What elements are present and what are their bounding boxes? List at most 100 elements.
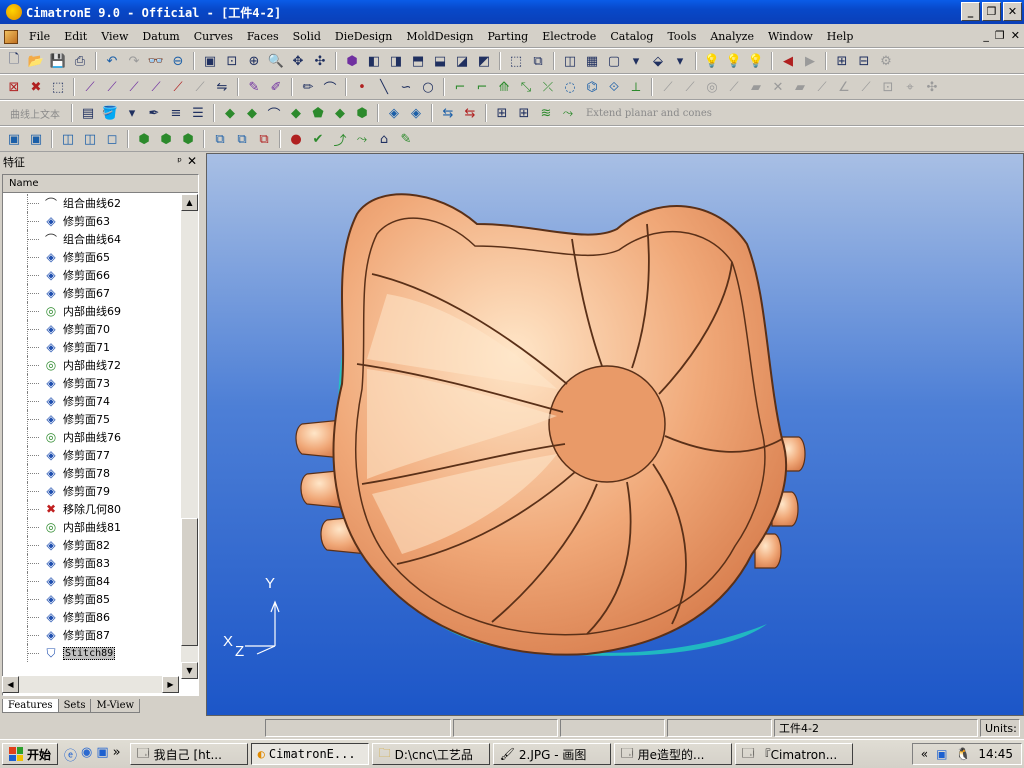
solid-tool-2-icon[interactable]: ▣ [26,129,46,149]
tree-row[interactable]: ⌒ 组合曲线62 [3,194,181,212]
solid-tool-16-icon[interactable]: ⌂ [374,129,394,149]
tree-row[interactable]: ◈ 修剪面66 [3,266,181,284]
back-arrow-icon[interactable]: ◀ [778,51,798,71]
menu-datum[interactable]: Datum [135,30,186,43]
pen-icon[interactable]: ✒ [144,103,164,123]
horizontal-scrollbar[interactable]: ◀ ▶ [2,676,179,693]
select-icon[interactable]: ⬚ [48,77,68,97]
menu-help[interactable]: Help [820,30,861,43]
render-icon[interactable]: ⬚ [506,51,526,71]
dim-tool-3-icon[interactable]: ◎ [702,77,722,97]
fillet-curve-icon[interactable]: ⌐ [450,77,470,97]
sketcher-icon[interactable]: ✐ [266,77,286,97]
delete-icon[interactable]: ✖ [26,77,46,97]
face-tool-4-icon[interactable]: ◆ [286,103,306,123]
view-iso-icon[interactable]: ⬢ [342,51,362,71]
face-tool-13-icon[interactable]: ⊞ [514,103,534,123]
face-tool-15-icon[interactable]: ⤳ [558,103,578,123]
solid-tool-8-icon[interactable]: ⬢ [178,129,198,149]
media-icon[interactable]: ◉ [81,745,92,764]
tree-row[interactable]: ◈ 修剪面83 [3,554,181,572]
color-fill-icon[interactable]: 🪣 [100,103,120,123]
view-bottom-icon[interactable]: ⬓ [430,51,450,71]
open-file-icon[interactable]: 📂 [26,51,46,71]
solid-tool-4-icon[interactable]: ◫ [80,129,100,149]
circle-icon[interactable]: ○ [418,77,438,97]
solid-tool-6-icon[interactable]: ⬢ [134,129,154,149]
mdi-restore-button[interactable]: ❐ [995,29,1005,42]
redo-icon[interactable]: ↷ [124,51,144,71]
dim-tool-1-icon[interactable]: ⟋ [658,77,678,97]
view-glasses-icon[interactable]: 👓 [146,51,166,71]
shading-icon[interactable]: ◫ [560,51,580,71]
menu-parting[interactable]: Parting [480,30,535,43]
scroll-thumb[interactable] [181,518,198,646]
tab-sets[interactable]: Sets [57,699,92,713]
mdi-close-button[interactable]: ✕ [1011,29,1020,42]
dim-tool-11-icon[interactable]: ⊡ [878,77,898,97]
menu-faces[interactable]: Faces [240,30,286,43]
offset-curve-icon[interactable]: ⟰ [494,77,514,97]
tree-row[interactable]: ◈ 修剪面70 [3,320,181,338]
solid-tool-5-icon[interactable]: ◻ [102,129,122,149]
task-item-cimatron[interactable]: ◐ CimatronE... [250,743,369,765]
save-icon[interactable]: 💾 [48,51,68,71]
menu-analyze[interactable]: Analyze [703,30,761,43]
helix-icon[interactable]: ⌬ [582,77,602,97]
close-button[interactable]: ✕ [1003,2,1022,21]
start-button[interactable]: 开始 [2,743,59,765]
solid-tool-17-icon[interactable]: ✎ [396,129,416,149]
hide-show-icon[interactable]: ⊖ [168,51,188,71]
menu-view[interactable]: View [94,30,135,43]
minimize-button[interactable]: _ [961,2,980,21]
tree-row[interactable]: ◈ 修剪面86 [3,608,181,626]
curve-tool-4-icon[interactable]: ⟋ [146,77,166,97]
face-tool-8-icon[interactable]: ◈ [384,103,404,123]
restore-button[interactable]: ❐ [982,2,1001,21]
task-item-folder[interactable]: 🗀 D:\cnc\工艺品 [371,743,490,765]
tree-row[interactable]: ✖ 移除几何80 [3,500,181,518]
tab-m-view[interactable]: M-View [90,699,141,713]
section-icon[interactable]: ⧉ [528,51,548,71]
task-item-browser[interactable]: 🗔 我自己 [ht... [129,743,248,765]
text-on-curve-button[interactable]: 曲线上文本 [4,106,66,121]
zoom-window-icon[interactable]: ⊡ [222,51,242,71]
curve-tool-7-icon[interactable]: ⇋ [212,77,232,97]
menu-catalog[interactable]: Catalog [603,30,660,43]
dim-tool-12-icon[interactable]: ⌖ [900,77,920,97]
view-front-icon[interactable]: ◧ [364,51,384,71]
tree-row[interactable]: ◈ 修剪面82 [3,536,181,554]
document-icon[interactable] [4,29,18,44]
curve-tool-2-icon[interactable]: ⟋ [102,77,122,97]
zoom-dynamic-icon[interactable]: ⊕ [244,51,264,71]
desktop-icon[interactable]: ▣ [96,745,108,764]
curve-on-face-icon[interactable]: ◌ [560,77,580,97]
tray-expand-icon[interactable]: « [921,747,928,761]
qq-icon[interactable]: 🐧 [955,747,970,761]
expand-quick-launch-icon[interactable]: » [113,745,121,764]
tree-row[interactable]: ◈ 修剪面84 [3,572,181,590]
settings-icon[interactable]: ⚙ [876,51,896,71]
3d-viewport[interactable]: Y X Z [206,153,1024,716]
split-curve-icon[interactable]: ⟂ [626,77,646,97]
tab-features[interactable]: Features [2,699,59,713]
dim-tool-10-icon[interactable]: ⟋ [856,77,876,97]
curve-tool-5-icon[interactable]: ⟋ [168,77,188,97]
light-bulb-icon[interactable]: 💡 [702,51,722,71]
solid-tool-3-icon[interactable]: ◫ [58,129,78,149]
point-icon[interactable]: • [352,77,372,97]
solid-tool-15-icon[interactable]: ⤳ [352,129,372,149]
blank-icon[interactable]: ⊠ [4,77,24,97]
face-tool-12-icon[interactable]: ⊞ [492,103,512,123]
zoom-icon[interactable]: 🔍 [266,51,286,71]
face-tool-14-icon[interactable]: ≋ [536,103,556,123]
dim-tool-4-icon[interactable]: ⟋ [724,77,744,97]
open-curve-icon[interactable]: ⌒ [320,77,340,97]
new-file-icon[interactable]: 🗋 [4,51,24,71]
trim-curve-icon[interactable]: ⌐ [472,77,492,97]
tree-row[interactable]: ◈ 修剪面79 [3,482,181,500]
scroll-up-icon[interactable]: ▲ [181,194,198,211]
tree-row[interactable]: ◈ 修剪面85 [3,590,181,608]
rotate-icon[interactable]: ✣ [310,51,330,71]
tree-row[interactable]: ◎ 内部曲线69 [3,302,181,320]
